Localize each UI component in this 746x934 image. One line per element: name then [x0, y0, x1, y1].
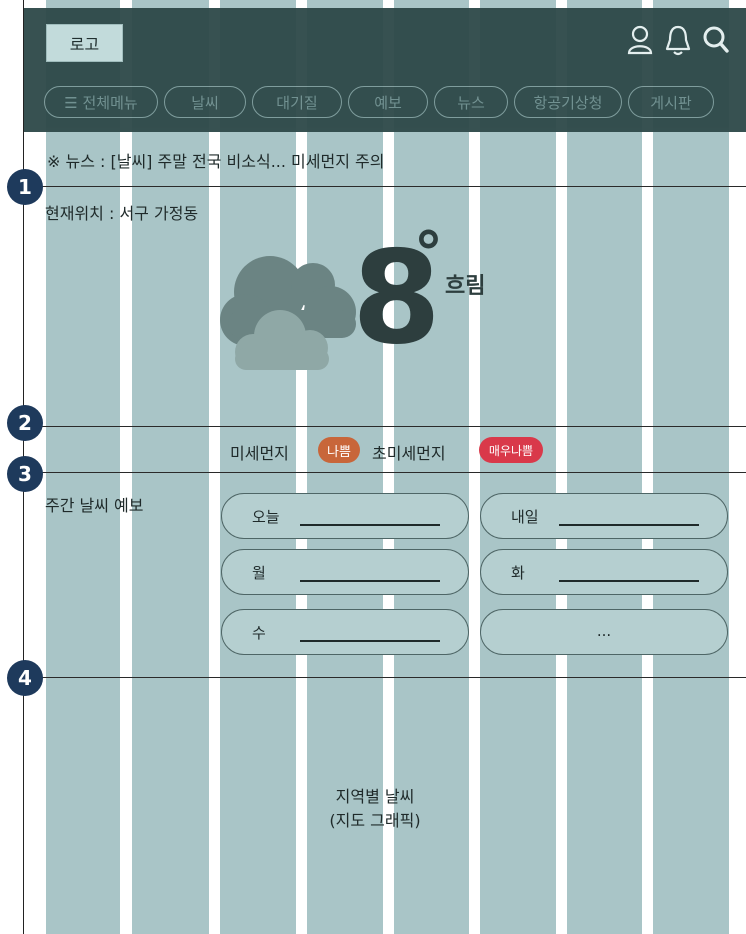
pm10-status-badge: 나쁨 — [318, 437, 360, 463]
bell-icon[interactable] — [662, 22, 694, 58]
weekly-forecast-title: 주간 날씨 예보 — [45, 496, 144, 515]
search-icon[interactable] — [700, 22, 732, 58]
map-subtitle: (지도 그래픽) — [329, 811, 421, 830]
current-location: 현재위치 : 서구 가정동 — [45, 204, 199, 223]
forecast-day-label: 수 — [252, 624, 266, 642]
nav-weather[interactable]: 날씨 — [164, 86, 246, 118]
nav-aviation[interactable]: 항공기상청 — [514, 86, 622, 118]
section-divider-2 — [24, 426, 746, 427]
section-marker-2: 2 — [7, 405, 43, 441]
header: 로고 ☰ 전체메뉴 날씨 대기질 예보 뉴스 항공기상청 게시판 — [24, 8, 746, 132]
forecast-day-today[interactable]: 오늘 — [221, 493, 469, 539]
section-divider-3 — [24, 472, 746, 473]
main-nav: ☰ 전체메뉴 날씨 대기질 예보 뉴스 항공기상청 게시판 — [44, 86, 714, 118]
forecast-day-label: 오늘 — [252, 508, 280, 526]
header-icons — [624, 22, 732, 58]
section-divider-1 — [24, 186, 746, 187]
pm25-status-badge: 매우나쁨 — [479, 437, 543, 463]
forecast-more-label: ... — [596, 622, 612, 640]
forecast-day-wed[interactable]: 수 — [221, 609, 469, 655]
forecast-day-more[interactable]: ... — [480, 609, 728, 655]
section-marker-3: 3 — [7, 456, 43, 492]
nav-board[interactable]: 게시판 — [628, 86, 714, 118]
forecast-day-tomorrow[interactable]: 내일 — [480, 493, 728, 539]
forecast-day-label: 내일 — [511, 508, 539, 526]
logo[interactable]: 로고 — [46, 24, 123, 62]
nav-air-quality[interactable]: 대기질 — [252, 86, 342, 118]
section-marker-4: 4 — [7, 660, 43, 696]
pm10-label: 미세먼지 — [230, 444, 289, 463]
news-ticker[interactable]: ※ 뉴스 : [날씨] 주말 전국 비소식... 미세먼지 주의 — [47, 148, 384, 172]
forecast-day-label: 화 — [511, 564, 525, 582]
forecast-day-mon[interactable]: 월 — [221, 549, 469, 595]
forecast-day-tue[interactable]: 화 — [480, 549, 728, 595]
regional-weather-map[interactable]: 지역별 날씨 (지도 그래픽) — [280, 785, 470, 833]
nav-news[interactable]: 뉴스 — [434, 86, 508, 118]
user-icon[interactable] — [624, 22, 656, 58]
cloud-icon — [218, 250, 358, 384]
section-divider-4 — [24, 677, 746, 678]
section-marker-1: 1 — [7, 169, 43, 205]
weather-condition: 흐림 — [445, 274, 486, 299]
degree-symbol: ° — [414, 219, 443, 287]
forecast-day-label: 월 — [252, 564, 266, 582]
pm25-label: 초미세먼지 — [372, 444, 446, 463]
map-title: 지역별 날씨 — [335, 787, 415, 806]
nav-forecast[interactable]: 예보 — [348, 86, 428, 118]
nav-all-menu[interactable]: ☰ 전체메뉴 — [44, 86, 158, 118]
